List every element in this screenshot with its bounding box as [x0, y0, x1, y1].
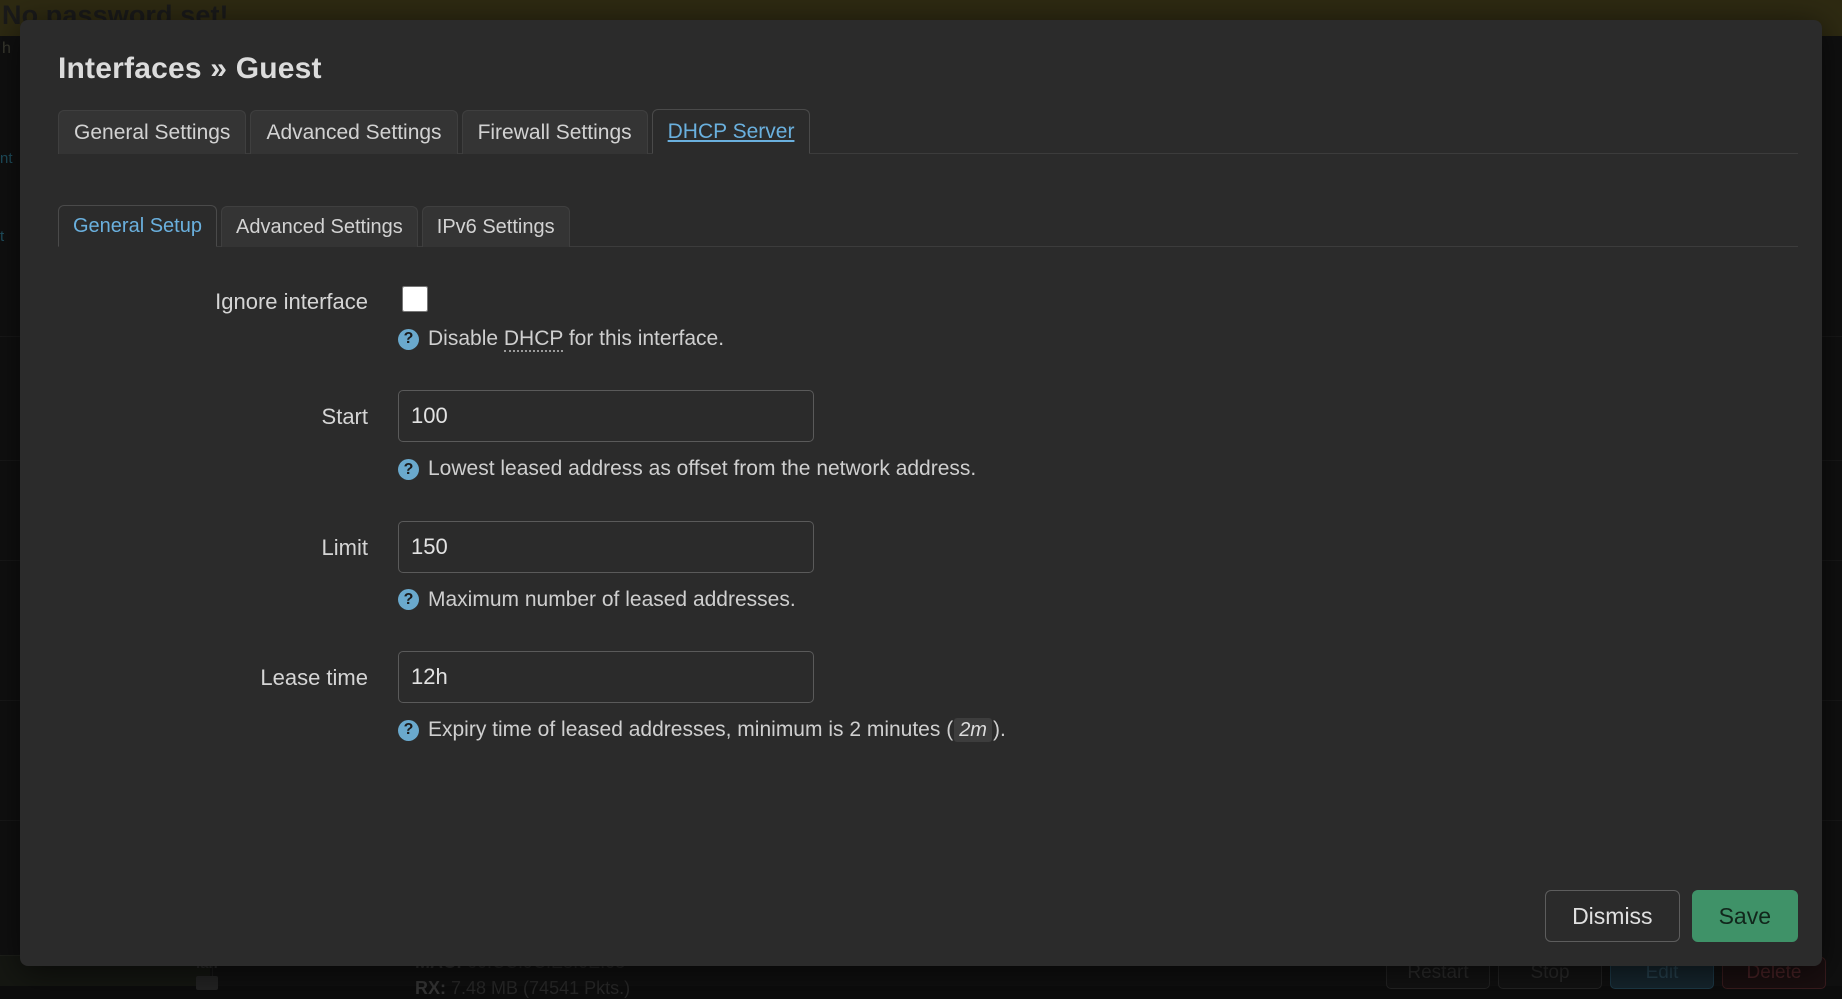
help-icon: ?	[398, 329, 419, 350]
help-text-lease-time: Expiry time of leased addresses, minimum…	[428, 717, 1006, 743]
primary-tab-bar: General Settings Advanced Settings Firew…	[58, 108, 1798, 154]
field-body-limit: ? Maximum number of leased addresses.	[398, 521, 1798, 613]
help-text-limit: Maximum number of leased addresses.	[428, 587, 796, 613]
tab-dhcp-server[interactable]: DHCP Server	[652, 109, 811, 154]
help-start: ? Lowest leased address as offset from t…	[398, 456, 1798, 482]
ignore-interface-checkbox[interactable]	[402, 286, 428, 312]
label-ignore-interface: Ignore interface	[58, 283, 398, 315]
tab-firewall-settings[interactable]: Firewall Settings	[462, 110, 648, 154]
label-limit: Limit	[58, 521, 398, 561]
lease-time-code-chip: 2m	[954, 718, 992, 742]
help-icon: ?	[398, 459, 419, 480]
tab-general-setup[interactable]: General Setup	[58, 205, 217, 247]
help-ignore-interface: ? Disable DHCP for this interface.	[398, 326, 1798, 352]
help-text-suffix: ).	[993, 718, 1006, 741]
lease-time-input[interactable]	[398, 651, 814, 703]
help-lease-time: ? Expiry time of leased addresses, minim…	[398, 717, 1798, 743]
help-text-prefix: Expiry time of leased addresses, minimum…	[428, 718, 953, 741]
limit-input[interactable]	[398, 521, 814, 573]
field-body-lease-time: ? Expiry time of leased addresses, minim…	[398, 651, 1798, 743]
field-limit: Limit ? Maximum number of leased address…	[58, 521, 1798, 613]
help-icon: ?	[398, 589, 419, 610]
spacer-2	[58, 491, 1798, 521]
label-start: Start	[58, 390, 398, 430]
tab-general-settings[interactable]: General Settings	[58, 110, 246, 154]
dhcp-abbr: DHCP	[504, 327, 563, 352]
field-lease-time: Lease time ? Expiry time of leased addre…	[58, 651, 1798, 743]
field-body-start: ? Lowest leased address as offset from t…	[398, 390, 1798, 482]
help-limit: ? Maximum number of leased addresses.	[398, 587, 1798, 613]
background-nav-item-0[interactable]: nt	[0, 150, 13, 167]
help-text-prefix: Disable	[428, 327, 504, 350]
modal-footer: Dismiss Save	[1545, 890, 1798, 942]
start-input[interactable]	[398, 390, 814, 442]
interface-config-modal: Interfaces » Guest General Settings Adva…	[20, 20, 1822, 966]
spacer-3	[58, 621, 1798, 651]
field-start: Start ? Lowest leased address as offset …	[58, 390, 1798, 482]
background-nav-item-1[interactable]: t	[0, 228, 4, 245]
field-body-ignore-interface: ? Disable DHCP for this interface.	[398, 283, 1798, 352]
help-text-ignore-interface: Disable DHCP for this interface.	[428, 326, 724, 352]
background-rx-label: RX:	[415, 978, 446, 998]
background-link-h[interactable]: h	[2, 40, 11, 58]
page-title: Interfaces » Guest	[58, 52, 1798, 86]
dhcp-general-setup-form: Ignore interface ? Disable DHCP for this…	[44, 283, 1798, 743]
help-icon: ?	[398, 720, 419, 741]
network-icon	[196, 976, 218, 990]
dismiss-button[interactable]: Dismiss	[1545, 890, 1680, 942]
background-rx-row: RX: 7.48 MB (74541 Pkts.)	[415, 978, 630, 999]
label-lease-time: Lease time	[58, 651, 398, 691]
tab-advanced-settings[interactable]: Advanced Settings	[250, 110, 457, 154]
help-text-start: Lowest leased address as offset from the…	[428, 456, 976, 482]
tab-dhcp-advanced-settings[interactable]: Advanced Settings	[221, 206, 418, 247]
secondary-tab-bar: General Setup Advanced Settings IPv6 Set…	[58, 204, 1798, 247]
spacer-1	[58, 360, 1798, 390]
help-text-suffix: for this interface.	[563, 327, 724, 350]
tab-ipv6-settings[interactable]: IPv6 Settings	[422, 206, 570, 247]
save-button[interactable]: Save	[1692, 890, 1798, 942]
background-rx-value: 7.48 MB (74541 Pkts.)	[451, 978, 630, 998]
field-ignore-interface: Ignore interface ? Disable DHCP for this…	[58, 283, 1798, 352]
